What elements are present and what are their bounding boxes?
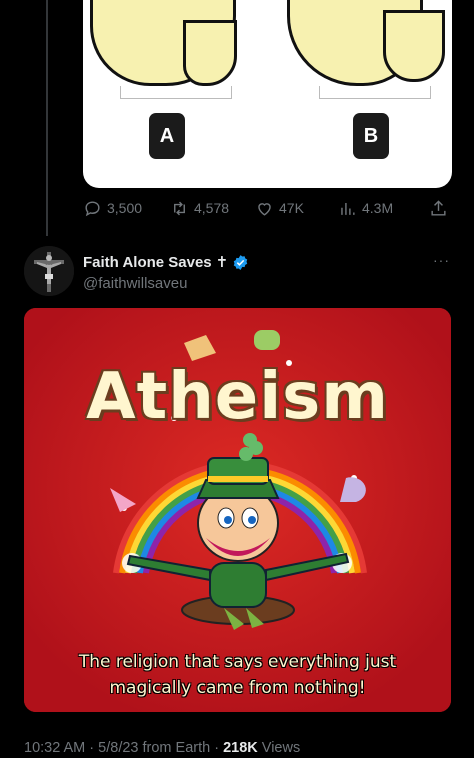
share-button[interactable] (429, 199, 448, 218)
avatar[interactable] (24, 246, 74, 296)
meta-separator: · (89, 740, 99, 756)
retweet-icon (174, 201, 185, 215)
verified-badge-icon (234, 254, 248, 270)
option-a-label: A (149, 113, 185, 159)
user-handle[interactable]: @faithwillsaveu (83, 275, 187, 292)
like-count: 47K (279, 200, 304, 216)
views-button[interactable]: 4.3M (338, 199, 393, 218)
previous-tweet-action-bar: 3,500 4,578 47K 4.3M (83, 197, 453, 219)
previous-tweet-image[interactable]: A B (83, 0, 452, 188)
tweet-meta: 10:32 AM · 5/8/23 from Earth · 218K View… (24, 740, 300, 756)
more-icon[interactable]: ··· (433, 252, 450, 268)
like-icon (258, 202, 271, 216)
tweet-image[interactable]: Atheism The religion that says everythin… (24, 308, 451, 712)
figure-a-base (120, 86, 232, 99)
cartoon-figure-a-detail (183, 20, 237, 86)
figure-b-base (319, 86, 431, 99)
image-headline: Atheism (86, 360, 389, 434)
display-name: Faith Alone Saves (83, 253, 212, 271)
cross-emoji: ✝ (215, 254, 229, 271)
like-button[interactable]: 47K (255, 199, 304, 218)
display-name-row[interactable]: Faith Alone Saves ✝ (83, 253, 249, 271)
reply-button[interactable]: 3,500 (83, 199, 142, 218)
charm-clover (254, 330, 280, 350)
image-caption-line-1: The religion that says everything just (78, 652, 397, 672)
thread-line (46, 0, 48, 236)
views-icon (341, 202, 355, 215)
cartoon-figure-b-detail (383, 10, 445, 82)
crucifix-avatar-image (24, 246, 74, 296)
share-icon (431, 199, 446, 216)
tweet-time[interactable]: 10:32 AM (24, 740, 85, 756)
tweet-source: from Earth (142, 740, 211, 756)
tweet-date[interactable]: 5/8/23 (98, 740, 138, 756)
retweet-count: 4,578 (194, 200, 230, 216)
reply-count: 3,500 (107, 200, 143, 216)
retweet-button[interactable]: 4,578 (170, 199, 229, 218)
view-count: 4.3M (362, 200, 394, 216)
views-count: 218K (223, 740, 258, 756)
option-b-label: B (353, 113, 389, 159)
reply-icon (85, 200, 100, 216)
views-label: Views (261, 740, 301, 756)
image-caption-line-2: magically came from nothing! (109, 678, 366, 698)
tweet-header: Faith Alone Saves ✝ @faithwillsaveu ··· (24, 246, 454, 298)
meta-separator: · (214, 740, 224, 756)
